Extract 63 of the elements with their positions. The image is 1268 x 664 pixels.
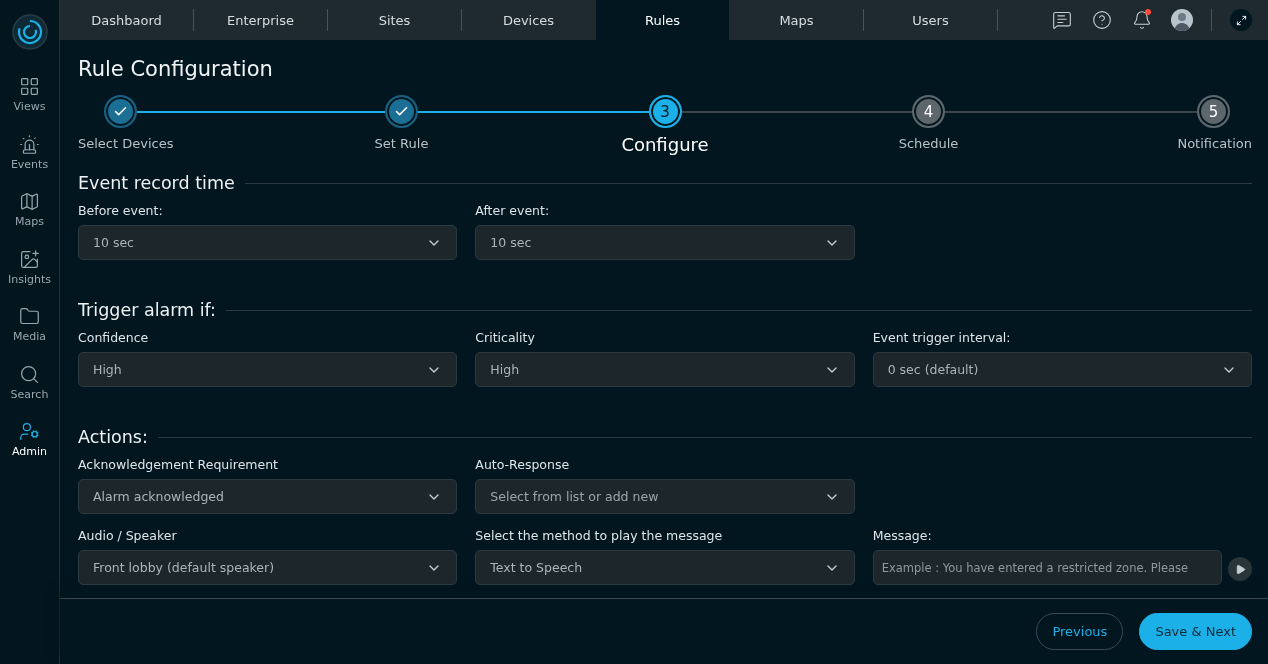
- nav-tab[interactable]: Dashbaord: [60, 0, 193, 40]
- nav-tab[interactable]: Rules: [596, 0, 729, 40]
- dropdown[interactable]: Front lobby (default speaker): [78, 550, 458, 585]
- image-icon: [19, 248, 40, 270]
- field-label: Confidence: [78, 330, 150, 345]
- dropdown[interactable]: High: [78, 352, 458, 387]
- dropdown[interactable]: 0 sec (default): [872, 352, 1252, 387]
- folder-icon: [19, 306, 40, 327]
- step-label: Configure: [621, 134, 709, 155]
- sidebar-item[interactable]: Search: [10, 363, 49, 421]
- sidebar-item[interactable]: Maps: [15, 191, 44, 249]
- avatar[interactable]: [1171, 9, 1193, 31]
- sidebar-item[interactable]: Admin: [11, 421, 48, 479]
- step-indicator: 5: [1197, 95, 1230, 128]
- user-gear-icon: [19, 421, 40, 442]
- section-title: Event record time: [78, 173, 235, 193]
- nav-tab[interactable]: Devices: [462, 0, 595, 40]
- sidebar-item[interactable]: Events: [10, 133, 49, 191]
- field-label: Acknowledgement Requirement: [78, 457, 279, 472]
- expand-icon: [1235, 14, 1247, 26]
- field-label: Select the method to play the message: [475, 528, 724, 543]
- map-icon: [19, 191, 40, 212]
- field-label: Event trigger interval:: [872, 330, 1012, 345]
- search-icon: [19, 363, 40, 385]
- message-field[interactable]: Example : You have entered a restricted zone. Please: [872, 550, 1222, 585]
- dropdown[interactable]: Select from list or add new: [475, 479, 855, 514]
- field-label: Auto-Response: [475, 457, 571, 472]
- sidebar-item[interactable]: Views: [13, 76, 46, 134]
- page-title: Rule Configuration: [78, 57, 274, 81]
- step-label: Schedule: [898, 136, 959, 151]
- play-icon: [1234, 563, 1246, 575]
- nav-tab[interactable]: Users: [864, 0, 997, 40]
- dropdown[interactable]: Alarm acknowledged: [78, 479, 458, 514]
- field-label: After event:: [475, 203, 551, 218]
- siren-icon: [19, 133, 40, 155]
- nav-tab[interactable]: Maps: [730, 0, 863, 40]
- step-indicator: 3: [648, 95, 682, 128]
- field-label: Criticality: [475, 330, 536, 345]
- step-indicator: 4: [912, 95, 945, 128]
- step-label: Select Devices: [78, 136, 174, 151]
- sidebar-item[interactable]: Media: [12, 306, 46, 364]
- dropdown[interactable]: 10 sec: [78, 225, 458, 260]
- step-label: Notification: [1177, 136, 1252, 151]
- sidebar-item[interactable]: Insights: [8, 248, 51, 306]
- field-label: Message:: [872, 528, 933, 543]
- chat-button[interactable]: [1051, 9, 1073, 31]
- grid-icon: [19, 76, 40, 97]
- expand-button[interactable]: [1230, 9, 1252, 31]
- dropdown[interactable]: Text to Speech: [475, 550, 855, 585]
- notifications-button[interactable]: [1131, 9, 1153, 31]
- nav-tab[interactable]: Enterprise: [194, 0, 327, 40]
- field-label: Audio / Speaker: [78, 528, 178, 543]
- section-title: Trigger alarm if:: [78, 300, 217, 320]
- field-label: Before event:: [78, 203, 164, 218]
- play-button[interactable]: [1228, 557, 1252, 581]
- dropdown[interactable]: 10 sec: [475, 225, 855, 260]
- step-label: Set Rule: [374, 136, 429, 151]
- save-next-button[interactable]: Save & Next: [1139, 613, 1252, 650]
- section-title: Actions:: [78, 427, 148, 447]
- help-button[interactable]: [1091, 9, 1113, 31]
- nav-tab[interactable]: Sites: [328, 0, 461, 40]
- dropdown[interactable]: High: [475, 352, 855, 387]
- logo-icon[interactable]: [11, 14, 48, 50]
